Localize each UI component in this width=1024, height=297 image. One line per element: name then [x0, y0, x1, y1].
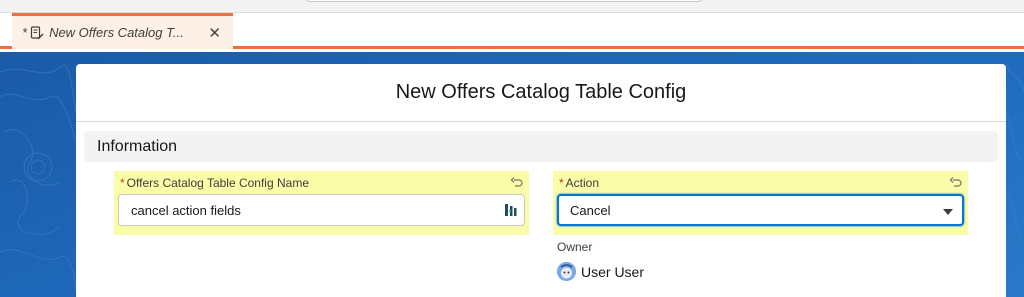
workspace-tab-bar: * New Offers Catalog T... ✕: [0, 13, 1024, 49]
action-value: Cancel: [570, 202, 611, 218]
config-name-field: * Offers Catalog Table Config Name cance…: [114, 171, 529, 235]
required-marker: *: [559, 176, 564, 190]
record-edit-icon: [30, 25, 44, 40]
section-information[interactable]: Information: [84, 131, 998, 162]
config-name-value: cancel action fields: [131, 202, 241, 218]
owner-label: Owner: [557, 240, 593, 254]
config-name-label-text: Offers Catalog Table Config Name: [126, 176, 309, 190]
action-field: * Action Cancel: [553, 171, 968, 235]
chevron-down-icon[interactable]: [943, 209, 953, 215]
undo-icon[interactable]: [510, 175, 524, 189]
unsaved-marker: *: [22, 25, 28, 40]
config-name-input[interactable]: cancel action fields: [118, 194, 525, 226]
section-title: Information: [97, 137, 178, 155]
tab-title: New Offers Catalog T...: [49, 25, 184, 40]
top-bar: [0, 0, 1024, 13]
undo-icon[interactable]: [949, 175, 963, 189]
required-marker: *: [120, 176, 125, 190]
action-select[interactable]: Cancel: [557, 194, 964, 226]
password-manager-icon[interactable]: [505, 203, 517, 217]
modal-header: New Offers Catalog Table Config: [76, 64, 1006, 122]
global-search-box[interactable]: [304, 0, 704, 2]
owner-value: User User: [557, 262, 644, 281]
action-label: * Action: [557, 175, 964, 191]
close-icon[interactable]: ✕: [208, 24, 221, 42]
owner-name[interactable]: User User: [581, 264, 644, 280]
user-avatar-icon: [557, 262, 576, 281]
action-label-text: Action: [565, 176, 600, 190]
tab-new-offers-catalog[interactable]: * New Offers Catalog T... ✕: [12, 13, 233, 49]
config-name-label: * Offers Catalog Table Config Name: [118, 175, 525, 191]
modal-title: New Offers Catalog Table Config: [395, 81, 687, 103]
